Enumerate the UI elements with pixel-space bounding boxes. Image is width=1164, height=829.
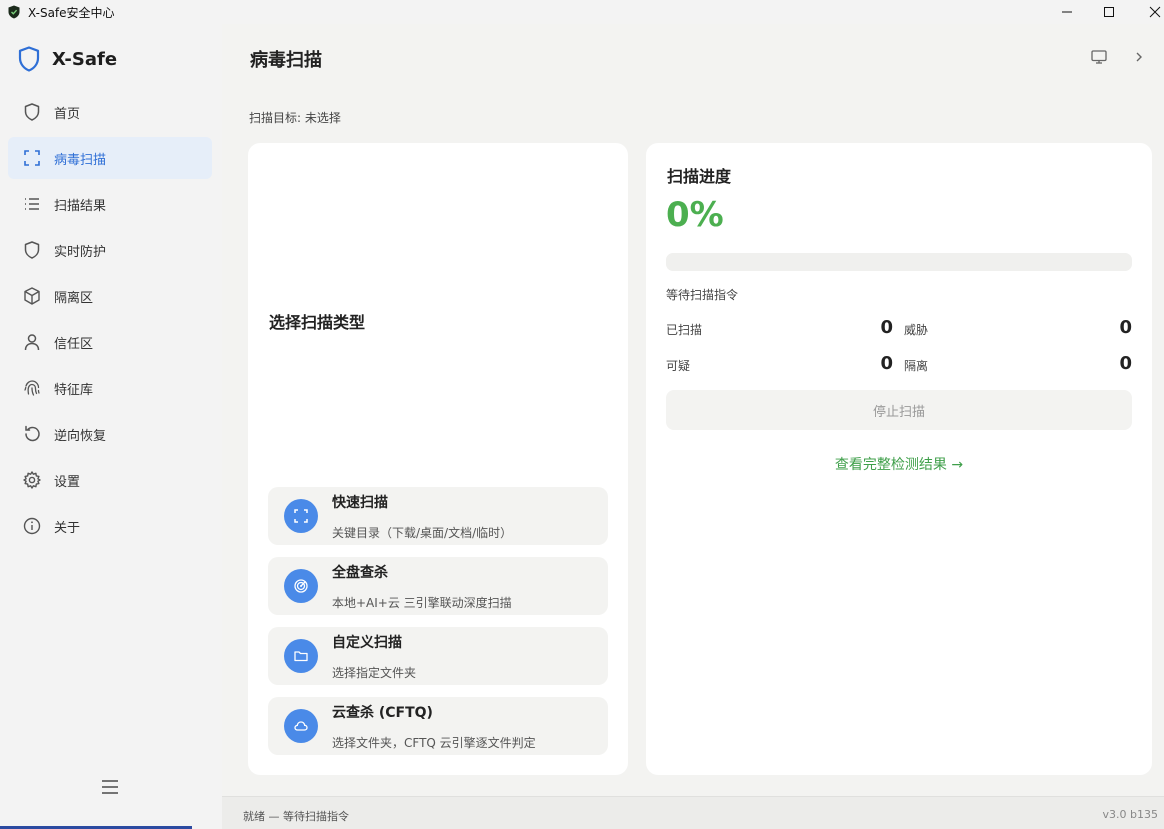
option-description: 选择指定文件夹 xyxy=(332,666,417,680)
minimize-icon xyxy=(1062,11,1072,13)
quarantined-count: 0 xyxy=(1119,353,1132,374)
sidebar-item-home[interactable]: 首页 xyxy=(8,91,212,133)
option-title: 全盘查杀 xyxy=(332,565,388,581)
status-message: 就绪 — 等待扫描指令 xyxy=(243,810,349,823)
sidebar-item-label: 信任区 xyxy=(54,337,94,352)
sidebar-item-reverse-restore[interactable]: 逆向恢复 xyxy=(8,413,212,455)
scan-type-title: 选择扫描类型 xyxy=(269,313,366,332)
custom-scan-option[interactable]: 自定义扫描 选择指定文件夹 xyxy=(268,627,608,685)
sidebar-item-scan-results[interactable]: 扫描结果 xyxy=(8,183,212,225)
sidebar-item-about[interactable]: 关于 xyxy=(8,505,212,547)
box-icon xyxy=(24,287,40,305)
threats-count: 0 xyxy=(1119,317,1132,338)
brand: X-Safe xyxy=(18,44,117,74)
option-description: 本地+AI+云 三引擎联动深度扫描 xyxy=(332,596,512,610)
fingerprint-icon xyxy=(24,380,40,396)
scan-frame-icon xyxy=(284,499,318,533)
option-title: 快速扫描 xyxy=(332,495,388,511)
info-icon xyxy=(23,517,41,535)
sidebar-item-label: 关于 xyxy=(54,521,81,536)
title-bar: X-Safe安全中心 xyxy=(0,0,1164,24)
scan-status-text: 等待扫描指令 xyxy=(666,288,739,302)
shield-icon xyxy=(24,103,40,121)
folder-icon xyxy=(284,639,318,673)
option-description: 选择文件夹，CFTQ 云引擎逐文件判定 xyxy=(332,736,536,750)
scan-target-label: 扫描目标: 未选择 xyxy=(249,111,341,125)
sidebar-item-label: 实时防护 xyxy=(54,245,107,260)
scan-frame-icon xyxy=(24,150,40,166)
option-title: 云查杀 (CFTQ) xyxy=(332,705,433,721)
user-icon xyxy=(24,334,40,351)
sidebar-item-virus-scan[interactable]: 病毒扫描 xyxy=(8,137,212,179)
brand-name: X-Safe xyxy=(52,48,118,70)
window-title: X-Safe安全中心 xyxy=(28,6,115,20)
progress-title: 扫描进度 xyxy=(667,167,732,186)
option-description: 关键目录（下载/桌面/文档/临时） xyxy=(332,526,513,540)
sidebar-item-label: 首页 xyxy=(54,107,81,122)
restore-icon xyxy=(25,425,40,442)
sidebar-item-settings[interactable]: 设置 xyxy=(8,459,212,501)
page-title: 病毒扫描 xyxy=(250,50,322,71)
sidebar: X-Safe 首页 病毒扫描 扫描结果 实时防护 隔离区 信任区 特征库 逆向恢… xyxy=(0,24,222,829)
sidebar-item-realtime-protection[interactable]: 实时防护 xyxy=(8,229,212,271)
scanned-label: 已扫描 xyxy=(666,323,703,337)
scan-progress-card: 扫描进度 0% 等待扫描指令 已扫描 0 威胁 0 可疑 0 隔离 0 停止扫描… xyxy=(646,143,1152,775)
sidebar-item-signature-db[interactable]: 特征库 xyxy=(8,367,212,409)
threats-label: 威胁 xyxy=(904,323,929,337)
maximize-button[interactable] xyxy=(1086,0,1132,24)
chevron-right-icon[interactable] xyxy=(1132,48,1146,66)
full-scan-option[interactable]: 全盘查杀 本地+AI+云 三引擎联动深度扫描 xyxy=(268,557,608,615)
option-title: 自定义扫描 xyxy=(332,635,402,651)
cloud-icon xyxy=(284,709,318,743)
sidebar-item-label: 隔离区 xyxy=(54,291,94,306)
suspicious-label: 可疑 xyxy=(666,359,691,373)
app-shield-icon xyxy=(8,5,20,19)
sidebar-item-quarantine[interactable]: 隔离区 xyxy=(8,275,212,317)
main-content: 病毒扫描 扫描目标: 未选择 选择扫描类型 快速扫描 关键目录（下载/桌面/文档… xyxy=(222,24,1164,796)
view-results-link[interactable]: 查看完整检测结果 → xyxy=(646,454,1152,474)
sidebar-item-trust-zone[interactable]: 信任区 xyxy=(8,321,212,363)
maximize-icon xyxy=(1104,7,1114,17)
shield-icon xyxy=(24,241,40,259)
scan-type-card: 选择扫描类型 快速扫描 关键目录（下载/桌面/文档/临时） 全盘查杀 本地+AI… xyxy=(248,143,628,775)
cloud-scan-option[interactable]: 云查杀 (CFTQ) 选择文件夹，CFTQ 云引擎逐文件判定 xyxy=(268,697,608,755)
progress-bar xyxy=(666,253,1132,271)
close-icon xyxy=(1149,6,1161,18)
quick-scan-option[interactable]: 快速扫描 关键目录（下载/桌面/文档/临时） xyxy=(268,487,608,545)
suspicious-count: 0 xyxy=(880,353,893,374)
stop-scan-button[interactable]: 停止扫描 xyxy=(666,390,1132,430)
version-label: v3.0 b135 xyxy=(1102,808,1158,821)
sidebar-item-label: 特征库 xyxy=(54,383,94,398)
list-icon xyxy=(25,198,39,210)
radar-icon xyxy=(284,569,318,603)
quarantined-label: 隔离 xyxy=(904,359,929,373)
sidebar-item-label: 逆向恢复 xyxy=(54,429,107,444)
minimize-button[interactable] xyxy=(1044,0,1090,24)
menu-toggle-icon[interactable] xyxy=(100,778,120,796)
gear-icon xyxy=(23,471,41,489)
close-button[interactable] xyxy=(1132,0,1164,24)
shield-logo-icon xyxy=(18,46,40,72)
status-bar: 就绪 — 等待扫描指令 v3.0 b135 xyxy=(222,796,1164,829)
monitor-icon[interactable] xyxy=(1090,48,1108,66)
sidebar-item-label: 设置 xyxy=(54,475,81,490)
scanned-count: 0 xyxy=(880,317,893,338)
sidebar-item-label: 扫描结果 xyxy=(54,199,107,214)
progress-percent: 0% xyxy=(666,195,724,235)
sidebar-item-label: 病毒扫描 xyxy=(54,153,107,168)
